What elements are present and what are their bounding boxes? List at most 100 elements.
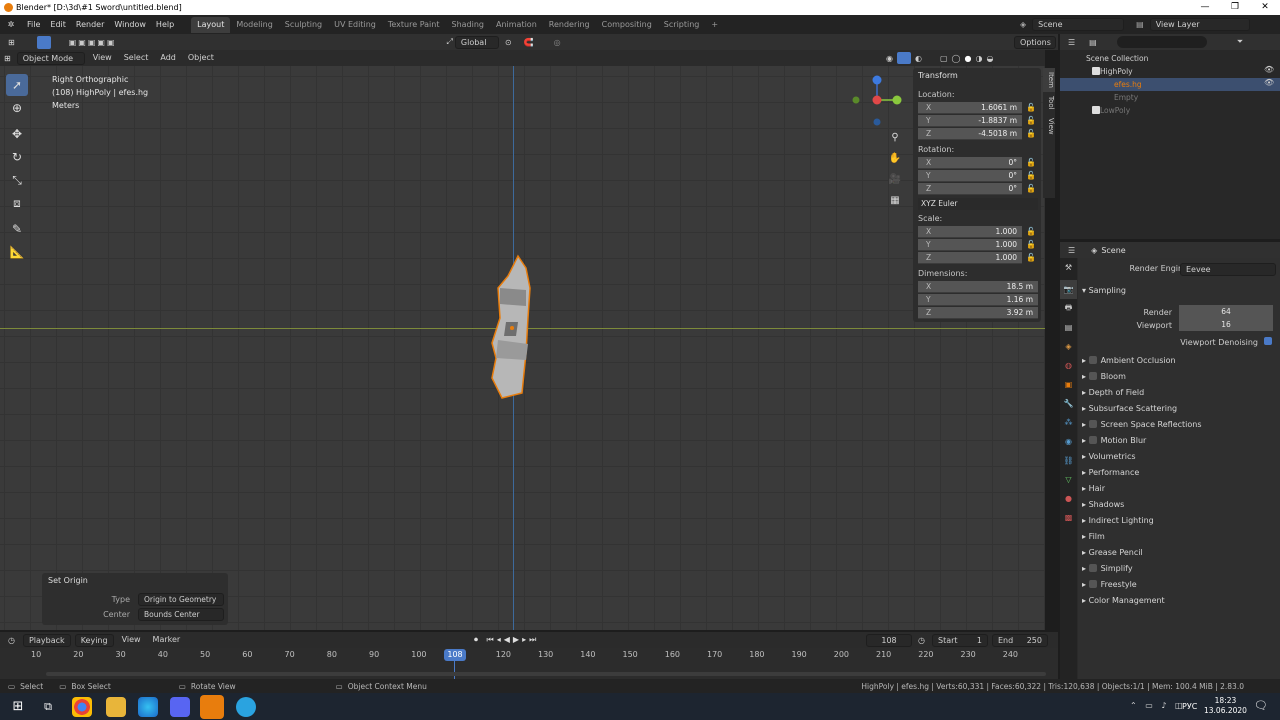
tab-item[interactable]: Item — [1043, 68, 1055, 92]
current-frame-field[interactable]: 108 — [866, 633, 912, 647]
outliner-row-empty[interactable]: Empty — [1060, 91, 1280, 104]
solid-shading-icon[interactable]: ● — [964, 54, 971, 63]
workspace-tab-uv-editing[interactable]: UV Editing — [328, 17, 382, 33]
lock-icon[interactable]: 🔓 — [1026, 116, 1036, 125]
rotation-mode-dropdown[interactable]: XYZ Euler — [918, 198, 1038, 210]
blender-taskbar-icon[interactable] — [200, 695, 224, 719]
preview-range-icon[interactable]: ◷ — [918, 636, 925, 645]
scale-z-field[interactable]: Z 1.000 — [918, 252, 1022, 264]
camera-icon[interactable]: 🎥 — [885, 170, 905, 190]
transform-tool-icon[interactable]: ⧈ — [6, 192, 28, 214]
checkbox-icon[interactable] — [1092, 106, 1100, 114]
scene-tab-icon[interactable]: ◈ — [1060, 337, 1077, 356]
playback-controls[interactable]: ⏺ ⏮◂◀▶▸⏭ — [474, 635, 539, 645]
workspace-tab-animation[interactable]: Animation — [490, 17, 543, 33]
sampling-section[interactable]: ▾ Sampling — [1082, 283, 1126, 299]
edge-icon[interactable] — [138, 697, 158, 717]
section-checkbox[interactable] — [1088, 356, 1097, 364]
editor-3d-icon[interactable]: ⊞ — [4, 54, 11, 63]
data-tab-icon[interactable]: ▽ — [1060, 470, 1077, 489]
center-dropdown[interactable]: Bounds Center — [138, 608, 224, 621]
constraints-tab-icon[interactable]: ⛓ — [1060, 451, 1077, 470]
menu-window[interactable]: Window — [109, 15, 151, 34]
section-checkbox[interactable] — [1088, 420, 1097, 428]
view-layer-selector[interactable]: View Layer — [1149, 18, 1250, 31]
object-tab-icon[interactable]: ▣ — [1060, 375, 1077, 394]
dimension-x-field[interactable]: X 18.5 m — [918, 281, 1038, 293]
scale-y-field[interactable]: Y 1.000 — [918, 239, 1022, 251]
tool-tab-icon[interactable]: ⚒ — [1060, 258, 1077, 277]
dimension-y-field[interactable]: Y 1.16 m — [918, 294, 1038, 306]
set-origin-title[interactable]: Set Origin — [42, 573, 228, 588]
navigation-gizmo[interactable] — [848, 72, 908, 132]
discord-icon[interactable] — [170, 697, 190, 717]
lock-icon[interactable]: 🔓 — [1026, 184, 1036, 193]
outliner-row-efes[interactable]: efes.hg — [1060, 78, 1280, 91]
cursor-tool-icon[interactable]: ⊕ — [6, 97, 28, 119]
material-tab-icon[interactable]: ● — [1060, 489, 1077, 508]
timeline[interactable]: 10 20 30 40 50 60 70 80 90 100 120 130 140 150 160 170 1… — [0, 648, 1058, 679]
telegram-icon[interactable] — [236, 697, 256, 717]
rotate-tool-icon[interactable]: ↻ — [6, 146, 28, 168]
dimension-z-field[interactable]: Z 3.92 m — [918, 307, 1038, 319]
restore-button[interactable]: ❐ — [1220, 0, 1250, 15]
workspace-tab-rendering[interactable]: Rendering — [543, 17, 596, 33]
lock-icon[interactable]: 🔓 — [1026, 129, 1036, 138]
viewport-denoising-checkbox[interactable] — [1264, 337, 1272, 345]
language-indicator[interactable]: РУС — [1182, 702, 1197, 711]
menu-edit[interactable]: Edit — [45, 15, 71, 34]
outliner-search-input[interactable] — [1116, 36, 1207, 48]
wireframe-shading-icon[interactable]: ◯ — [952, 54, 961, 63]
lock-icon[interactable]: 🔓 — [1026, 253, 1036, 262]
lock-icon[interactable]: 🔓 — [1026, 158, 1036, 167]
section-screen-space-reflections[interactable]: ▸ Screen Space Reflections — [1082, 417, 1202, 433]
section-checkbox[interactable] — [1088, 564, 1097, 572]
output-tab-icon[interactable]: 🖶 — [1060, 299, 1077, 318]
material-shading-icon[interactable]: ◑ — [975, 54, 982, 63]
proportional-edit-icon[interactable]: ◎ — [554, 38, 561, 47]
type-dropdown[interactable]: Origin to Geometry — [138, 593, 224, 606]
section-checkbox[interactable] — [1088, 580, 1097, 588]
select-tool-icon[interactable] — [36, 35, 51, 49]
scale-tool-icon[interactable]: ⤡ — [6, 169, 28, 191]
render-samples-field[interactable]: 64 — [1179, 305, 1273, 318]
render-engine-dropdown[interactable]: Eevee — [1180, 263, 1276, 276]
texture-tab-icon[interactable]: ▩ — [1060, 508, 1077, 527]
location-x-field[interactable]: X 1.6061 m — [918, 102, 1022, 114]
editor-type-icon[interactable]: ⊞ — [8, 38, 15, 47]
menu-object[interactable]: Object — [182, 50, 220, 66]
timeline-scrollbar[interactable] — [46, 672, 1046, 676]
select-box-tool-icon[interactable]: ➚ — [6, 74, 28, 96]
measure-tool-icon[interactable]: 📐 — [6, 241, 28, 263]
section-freestyle[interactable]: ▸ Freestyle — [1082, 577, 1137, 593]
lock-icon[interactable]: 🔓 — [1026, 240, 1036, 249]
workspace-tab-compositing[interactable]: Compositing — [596, 17, 658, 33]
location-y-field[interactable]: Y -1.8837 m — [918, 115, 1022, 127]
display-mode-icon[interactable]: ▤ — [1089, 38, 1097, 47]
particles-tab-icon[interactable]: ⁂ — [1060, 413, 1077, 432]
selected-sword-mesh[interactable] — [478, 248, 548, 408]
checkbox-icon[interactable] — [1092, 67, 1100, 75]
section-checkbox[interactable] — [1088, 372, 1097, 380]
section-ambient-occlusion[interactable]: ▸ Ambient Occlusion — [1082, 353, 1176, 369]
pivot-point-icon[interactable]: ⊙ — [505, 38, 512, 47]
section-motion-blur[interactable]: ▸ Motion Blur — [1082, 433, 1146, 449]
section-volumetrics[interactable]: ▸ Volumetrics — [1082, 449, 1136, 465]
playback-menu[interactable]: Playback — [22, 633, 71, 647]
tab-view[interactable]: View — [1043, 114, 1055, 139]
options-dropdown[interactable]: Options — [1014, 35, 1056, 49]
menu-select[interactable]: Select — [118, 50, 155, 66]
workspace-tab-shading[interactable]: Shading — [445, 17, 490, 33]
task-view-icon[interactable]: ⧉ — [38, 697, 58, 717]
xray-icon[interactable]: ▢ — [940, 54, 948, 63]
section-checkbox[interactable] — [1088, 436, 1097, 444]
snap-icon[interactable]: 🧲 — [524, 38, 534, 47]
marker-menu[interactable]: Marker — [147, 632, 187, 648]
scene-selector[interactable]: Scene — [1032, 18, 1125, 31]
file-explorer-icon[interactable] — [106, 697, 126, 717]
annotate-tool-icon[interactable]: ✎ — [6, 218, 28, 240]
end-frame-field[interactable]: End 250 — [992, 633, 1048, 647]
menu-add[interactable]: Add — [154, 50, 182, 66]
menu-render[interactable]: Render — [71, 15, 109, 34]
section-film[interactable]: ▸ Film — [1082, 529, 1105, 545]
